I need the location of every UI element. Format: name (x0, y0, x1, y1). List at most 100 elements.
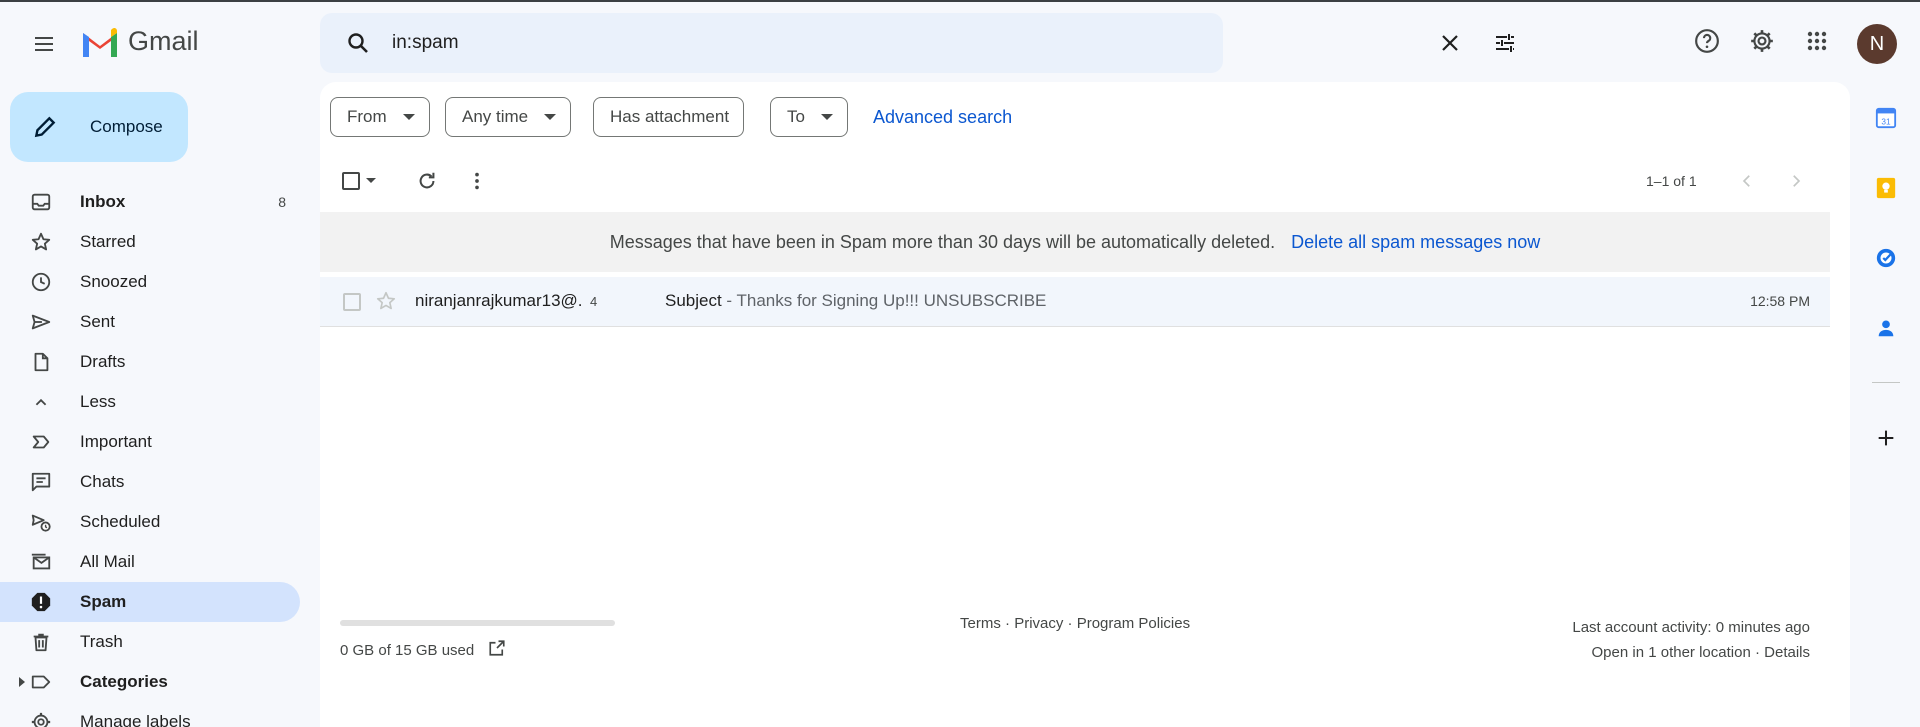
sidebar-item-less[interactable]: Less (0, 382, 300, 422)
any-time-filter-chip[interactable]: Any time (445, 97, 572, 137)
message-sender: niranjanrajkumar13@. (415, 291, 583, 310)
sidebar-item-label: Drafts (80, 352, 126, 371)
message-snippet: - Thanks for Signing Up!!! UNSUBSCRIBE (721, 291, 1047, 310)
terms-link[interactable]: Terms (960, 615, 1001, 632)
contacts-icon (1878, 320, 1894, 337)
help-icon (1695, 29, 1719, 53)
select-menu-arrow-icon[interactable] (366, 178, 376, 183)
account-avatar[interactable]: N (1857, 24, 1897, 64)
sidebar-item-spam[interactable]: Spam (0, 582, 300, 622)
privacy-link[interactable]: Privacy (1014, 615, 1063, 632)
sidebar-item-label: Manage labels (80, 712, 191, 727)
open-external-icon[interactable] (488, 639, 506, 661)
chip-label: From (347, 107, 387, 126)
draft-icon (30, 350, 60, 374)
footer-links: Terms · Privacy · Program Policies (960, 615, 1191, 632)
keep-icon (1876, 177, 1896, 199)
inbox-icon (30, 190, 60, 214)
get-addons-button[interactable] (1860, 412, 1912, 464)
sidebar-item-inbox[interactable]: Inbox 8 (0, 182, 300, 222)
storage-info: 0 GB of 15 GB used (340, 639, 506, 661)
sidebar-item-drafts[interactable]: Drafts (0, 342, 300, 382)
delete-all-spam-link[interactable]: Delete all spam messages now (1291, 232, 1540, 253)
account-activity: Last account activity: 0 minutes ago Ope… (1572, 615, 1810, 665)
spam-icon (30, 590, 60, 614)
tasks-app-button[interactable] (1860, 232, 1912, 284)
sidebar-item-label: Inbox (80, 192, 126, 211)
scheduled-icon (30, 510, 60, 534)
all-mail-icon (30, 550, 60, 574)
sidebar-item-all-mail[interactable]: All Mail (0, 542, 300, 582)
spam-notice-text: Messages that have been in Spam more tha… (609, 231, 1276, 252)
pencil-icon (32, 114, 72, 140)
sidebar-item-trash[interactable]: Trash (0, 622, 300, 662)
chevron-up-icon (30, 390, 60, 414)
has-attachment-filter-chip[interactable]: Has attachment (593, 97, 745, 137)
search-input[interactable] (392, 25, 1092, 61)
gear-icon (1751, 30, 1773, 52)
contacts-app-button[interactable] (1860, 302, 1912, 354)
to-filter-chip[interactable]: To (770, 97, 848, 137)
sidebar-item-chats[interactable]: Chats (0, 462, 300, 502)
expand-caret-icon[interactable] (19, 677, 25, 687)
sidebar-item-label: Sent (80, 312, 115, 331)
refresh-button[interactable] (403, 157, 451, 205)
close-icon (1442, 35, 1458, 51)
sidebar-item-important[interactable]: Important (0, 422, 300, 462)
keep-app-button[interactable] (1860, 162, 1912, 214)
hamburger-icon (35, 37, 53, 51)
clock-icon (30, 270, 60, 294)
calendar-app-button[interactable]: 31 (1860, 92, 1912, 144)
support-button[interactable] (1683, 17, 1731, 65)
select-all-checkbox[interactable] (342, 172, 360, 190)
app-header: Gmail N (0, 2, 1920, 82)
plus-icon (1878, 430, 1894, 446)
chevron-right-icon (1793, 175, 1801, 187)
settings-button[interactable] (1738, 17, 1786, 65)
apps-button[interactable] (1793, 17, 1841, 65)
sidebar-item-label: All Mail (80, 552, 135, 571)
search-button[interactable] (334, 19, 382, 67)
activity-details-link[interactable]: Details (1764, 644, 1810, 661)
send-icon (30, 310, 60, 334)
program-policies-link[interactable]: Program Policies (1077, 615, 1190, 632)
gmail-wordmark: Gmail (128, 26, 199, 56)
more-options-button[interactable] (453, 157, 501, 205)
search-bar (320, 13, 1514, 73)
from-filter-chip[interactable]: From (330, 97, 430, 137)
sidebar-item-sent[interactable]: Sent (0, 302, 300, 342)
tasks-icon (1876, 248, 1896, 268)
newer-page-button[interactable] (1723, 157, 1771, 205)
pagination-text: 1–1 of 1 (1646, 173, 1697, 189)
gmail-m-icon (83, 27, 117, 57)
sidebar-item-manage-labels[interactable]: Manage labels (0, 702, 300, 727)
gmail-logo[interactable]: Gmail (80, 26, 199, 57)
message-subject-line: Subject - Thanks for Signing Up!!! UNSUB… (665, 291, 1046, 311)
star-toggle-icon[interactable] (375, 290, 397, 317)
last-activity-text: Last account activity: 0 minutes ago (1572, 619, 1810, 636)
clear-search-button[interactable] (1426, 19, 1474, 67)
unread-count: 8 (278, 194, 286, 210)
storage-usage-bar (340, 620, 615, 626)
older-page-button[interactable] (1772, 157, 1820, 205)
chat-icon (30, 470, 60, 494)
sidebar-item-categories[interactable]: Categories (0, 662, 300, 702)
sidebar-item-label: Starred (80, 232, 136, 251)
sidebar-item-starred[interactable]: Starred (0, 222, 300, 262)
refresh-icon (419, 172, 435, 189)
main-menu-button[interactable] (20, 20, 68, 68)
sidebar-item-label: Chats (80, 472, 125, 491)
message-time: 12:58 PM (1750, 293, 1810, 309)
rail-divider (1872, 382, 1900, 383)
compose-button[interactable]: Compose (10, 92, 188, 162)
gear-icon (30, 710, 60, 727)
label-icon (30, 670, 60, 694)
row-checkbox[interactable] (343, 293, 361, 311)
spam-notice-banner: Messages that have been in Spam more tha… (320, 212, 1830, 272)
table-row[interactable]: niranjanrajkumar13@. 4 Subject - Thanks … (320, 277, 1830, 327)
search-options-button[interactable] (1481, 19, 1529, 67)
sidebar-item-snoozed[interactable]: Snoozed (0, 262, 300, 302)
star-icon (30, 230, 60, 254)
advanced-search-link[interactable]: Advanced search (873, 107, 1012, 128)
sidebar-item-scheduled[interactable]: Scheduled (0, 502, 300, 542)
